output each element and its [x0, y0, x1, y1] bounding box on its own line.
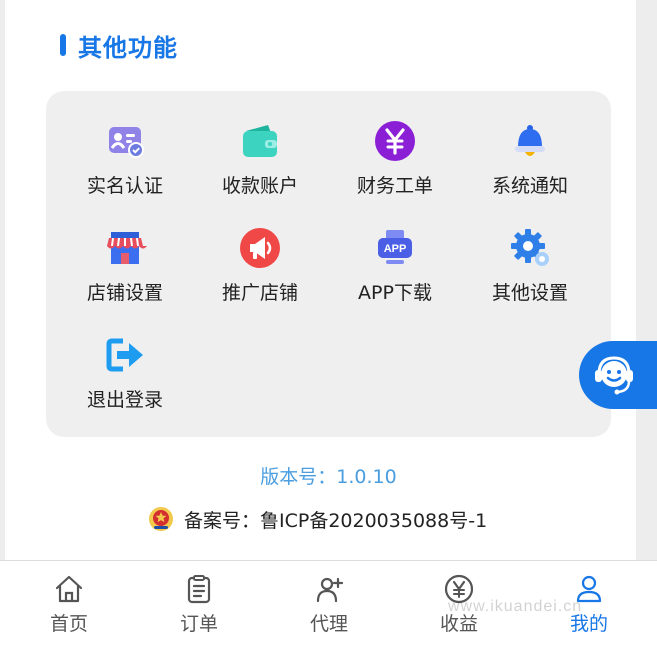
app-download-icon: APP — [373, 226, 417, 270]
menu-item-promote-shop[interactable]: 推广店铺 — [195, 198, 325, 304]
yen-circle-icon — [373, 119, 417, 163]
svg-text:APP: APP — [384, 243, 407, 255]
icp-record: 备案号：鲁ICP备2020035088号-1 — [148, 504, 487, 534]
menu-item-label: 店铺设置 — [86, 282, 163, 304]
clipboard-icon — [183, 573, 215, 605]
function-grid: 实名认证 收款账户 财务工单 系统通知 店铺设置 推广店铺 APP APP下载 … — [46, 91, 611, 437]
menu-item-other-settings[interactable]: 其他设置 — [465, 198, 595, 304]
customer-service-button[interactable] — [579, 341, 657, 409]
add-person-icon — [313, 573, 345, 605]
menu-item-label: 其他设置 — [491, 282, 568, 304]
police-emblem-icon — [148, 506, 174, 532]
gear-icon — [508, 226, 552, 270]
id-card-icon — [103, 119, 147, 163]
tab-label: 订单 — [179, 613, 218, 635]
version-text: 版本号：1.0.10 — [260, 466, 397, 488]
menu-item-label: 系统通知 — [491, 175, 568, 197]
menu-item-real-name-auth[interactable]: 实名认证 — [60, 91, 190, 197]
megaphone-icon — [238, 226, 282, 270]
tab-label: 首页 — [49, 613, 88, 635]
watermark-text: www.ikuandei.cn — [448, 598, 583, 615]
menu-item-app-download[interactable]: APP APP下载 — [330, 198, 460, 304]
section-accent-bar — [60, 34, 66, 56]
menu-item-label: 推广店铺 — [221, 282, 298, 304]
menu-item-label: 收款账户 — [221, 175, 298, 197]
menu-item-logout[interactable]: 退出登录 — [60, 305, 190, 411]
menu-item-label: 退出登录 — [86, 389, 163, 411]
menu-item-label: 财务工单 — [356, 175, 433, 197]
section-title: 其他功能 — [78, 33, 178, 62]
menu-item-payment-account[interactable]: 收款账户 — [195, 91, 325, 197]
shop-icon — [103, 226, 147, 270]
menu-item-finance-ticket[interactable]: 财务工单 — [330, 91, 460, 197]
icp-text: 备案号：鲁ICP备2020035088号-1 — [184, 509, 488, 532]
wallet-icon — [238, 119, 282, 163]
section-header: 其他功能 — [60, 28, 178, 62]
menu-item-system-notice[interactable]: 系统通知 — [465, 91, 595, 197]
home-icon — [53, 573, 85, 605]
tab-home[interactable]: 首页 — [4, 561, 134, 650]
headset-support-icon — [595, 356, 633, 395]
tab-label: 代理 — [309, 613, 348, 635]
menu-item-label: APP下载 — [358, 282, 432, 304]
tab-orders[interactable]: 订单 — [134, 561, 264, 650]
menu-item-label: 实名认证 — [86, 175, 163, 197]
tab-agent[interactable]: 代理 — [264, 561, 394, 650]
logout-arrow-icon — [103, 333, 147, 377]
bell-icon — [508, 119, 552, 163]
menu-item-shop-settings[interactable]: 店铺设置 — [60, 198, 190, 304]
